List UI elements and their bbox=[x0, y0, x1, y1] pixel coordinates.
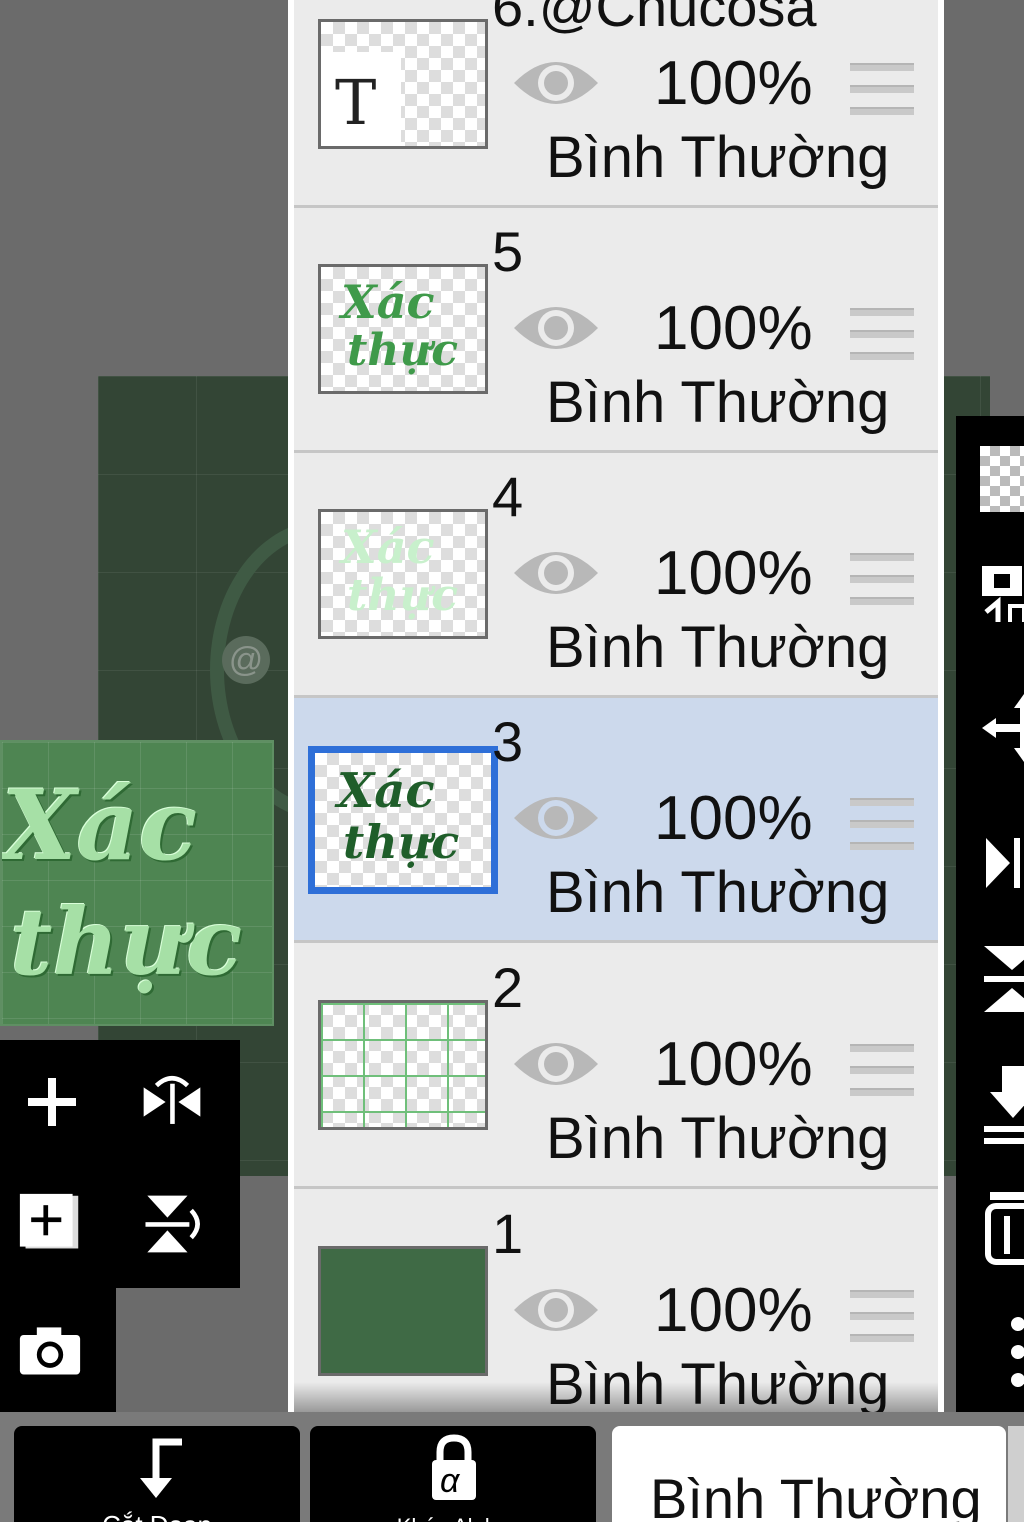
layer-name: 3 bbox=[492, 710, 524, 773]
more-options-icon[interactable] bbox=[980, 1312, 1024, 1392]
bottom-bar-edge bbox=[1008, 1426, 1024, 1522]
drag-handle-icon[interactable] bbox=[850, 798, 914, 850]
layer-row-3[interactable]: Xác thực 3 100% Bình Thường bbox=[294, 698, 938, 943]
merge-down-icon[interactable] bbox=[980, 940, 1024, 1020]
drag-handle-icon[interactable] bbox=[850, 308, 914, 360]
layer-blend-mode[interactable]: Bình Thường bbox=[546, 1106, 889, 1172]
eye-icon[interactable] bbox=[512, 55, 600, 111]
bottom-bar: Cắt Đoạn α Khóa Alpha Bình Thường bbox=[0, 1412, 1024, 1522]
blend-mode-select[interactable]: Bình Thường bbox=[612, 1426, 1006, 1522]
import-photo-button[interactable] bbox=[18, 1318, 82, 1382]
layer-thumbnail[interactable]: Xác thực bbox=[318, 509, 488, 639]
alpha-lock-label: Khóa Alpha bbox=[310, 1514, 596, 1522]
alpha-glyph: α bbox=[440, 1462, 460, 1500]
layer-thumbnail[interactable] bbox=[318, 1000, 488, 1130]
layer-blend-mode[interactable]: Bình Thường bbox=[546, 615, 889, 681]
layer-blend-mode[interactable]: Bình Thường bbox=[546, 860, 889, 926]
transparency-icon[interactable] bbox=[980, 446, 1024, 512]
layer-opacity[interactable]: 100% bbox=[654, 51, 813, 117]
layer-panel: T 6.@Chucosa 100% Bình Thường Xác thực 5… bbox=[288, 0, 944, 1412]
duplicate-layer-icon bbox=[19, 1193, 79, 1249]
eye-icon[interactable] bbox=[512, 790, 600, 846]
layer-opacity[interactable]: 100% bbox=[654, 296, 813, 362]
drag-handle-icon[interactable] bbox=[850, 1290, 914, 1342]
layer-row-5[interactable]: Xác thực 5 100% Bình Thường bbox=[294, 208, 938, 453]
layer-row-4[interactable]: Xác thực 4 100% Bình Thường bbox=[294, 453, 938, 698]
layer-blend-mode[interactable]: Bình Thường bbox=[546, 370, 889, 436]
eye-icon[interactable] bbox=[512, 300, 600, 356]
move-icon[interactable] bbox=[980, 688, 1024, 768]
layer-opacity[interactable]: 100% bbox=[654, 1032, 813, 1098]
flip-layer-horizontal-button[interactable] bbox=[140, 1070, 204, 1134]
alpha-lock-button[interactable]: α Khóa Alpha bbox=[310, 1426, 596, 1522]
drag-handle-icon[interactable] bbox=[850, 1044, 914, 1096]
trash-icon[interactable] bbox=[980, 1188, 1024, 1268]
camera-icon bbox=[19, 1327, 81, 1375]
plus-icon bbox=[28, 1078, 76, 1126]
flip-vertical-icon bbox=[145, 1195, 200, 1253]
layer-tools-panel bbox=[0, 1040, 240, 1288]
flip-layer-vertical-button[interactable] bbox=[140, 1192, 204, 1256]
layer-blend-mode[interactable]: Bình Thường bbox=[546, 125, 889, 191]
drag-handle-icon[interactable] bbox=[850, 553, 914, 605]
drag-handle-icon[interactable] bbox=[850, 63, 914, 115]
clipping-label: Cắt Đoạn bbox=[14, 1510, 300, 1522]
layer-name: 5 bbox=[492, 220, 524, 283]
text-layer-glyph: T bbox=[335, 66, 377, 139]
clipping-arrow-icon bbox=[140, 1438, 182, 1498]
eye-icon[interactable] bbox=[512, 545, 600, 601]
layer-opacity[interactable]: 100% bbox=[654, 786, 813, 852]
layer-row-1[interactable]: 1 100% Bình Thường bbox=[294, 1190, 938, 1412]
layer-name: 2 bbox=[492, 956, 524, 1019]
layer-opacity[interactable]: 100% bbox=[654, 1278, 813, 1344]
layer-thumbnail[interactable]: Xác thực bbox=[308, 746, 498, 894]
layer-thumbnail[interactable]: T bbox=[318, 19, 488, 149]
panel-scroll-shadow bbox=[294, 1382, 938, 1412]
layer-opacity[interactable]: 100% bbox=[654, 541, 813, 607]
layer-name: 6.@Chucosa bbox=[492, 0, 817, 38]
canvas-preview[interactable]: Xác thực bbox=[0, 740, 274, 1026]
layer-row-2[interactable]: 2 100% Bình Thường bbox=[294, 944, 938, 1189]
add-layer-button[interactable] bbox=[20, 1070, 84, 1134]
layer-thumbnail[interactable]: Xác thực bbox=[318, 264, 488, 394]
layer-name: 1 bbox=[492, 1202, 524, 1265]
layer-thumbnail[interactable] bbox=[318, 1246, 488, 1376]
preview-artwork-top: Xác bbox=[2, 769, 198, 882]
canvas-at-sign: @ bbox=[222, 636, 270, 684]
layer-tools-panel-bottom bbox=[0, 1288, 116, 1412]
eye-icon[interactable] bbox=[512, 1282, 600, 1338]
blend-mode-value: Bình Thường bbox=[650, 1467, 982, 1522]
eye-icon[interactable] bbox=[512, 1036, 600, 1092]
download-layer-icon[interactable] bbox=[980, 1062, 1024, 1146]
preview-artwork-bottom: thực bbox=[10, 888, 243, 996]
layer-name: 4 bbox=[492, 465, 524, 528]
flip-horizontal-icon bbox=[143, 1075, 201, 1124]
clipping-button[interactable]: Cắt Đoạn bbox=[14, 1426, 300, 1522]
right-toolbar bbox=[956, 416, 1024, 1412]
layer-row-6[interactable]: T 6.@Chucosa 100% Bình Thường bbox=[294, 0, 938, 208]
flip-icon[interactable] bbox=[980, 828, 1024, 898]
select-layer-icon[interactable] bbox=[980, 562, 1024, 622]
add-layer-copy-button[interactable] bbox=[18, 1192, 82, 1256]
